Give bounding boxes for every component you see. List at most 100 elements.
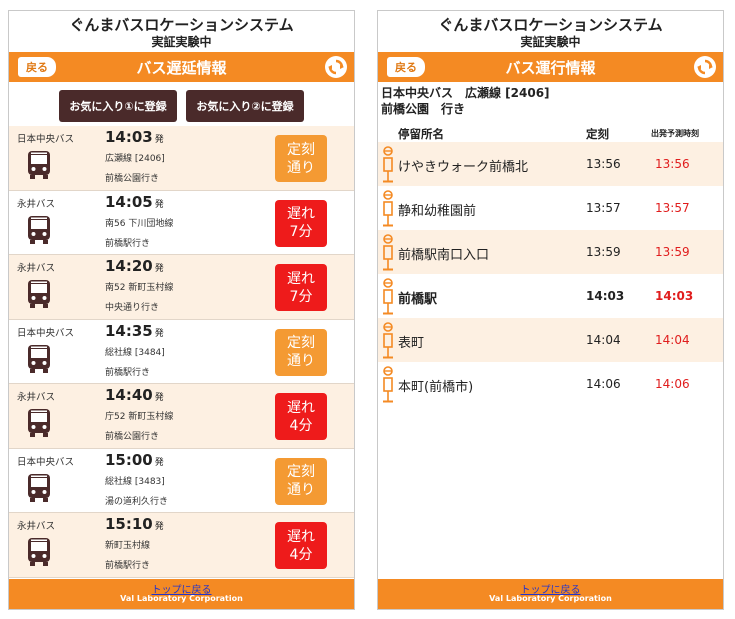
predicted-time: 14:06 [655,377,690,391]
bus-row[interactable]: 日本中央バス 14:03 発広瀬線 [2406] 前橋公園行き 定刻 通り [9,126,354,191]
top-link[interactable]: トップに戻る [378,579,723,596]
copyright: Val Laboratory Corporation [120,594,243,603]
predicted-time: 14:03 [655,289,694,303]
top-link[interactable]: トップに戻る [9,579,354,596]
bus-row[interactable]: 日本中央バス 15:00 発総社線 [3483] 湯の道利久行き 定刻 通り [9,448,354,513]
bus-company: 日本中央バス [17,327,75,339]
delay-status-badge: 定刻 通り [275,135,327,182]
departure-time: 14:05 発 [105,192,164,211]
delay-status-badge: 定刻 通り [275,457,327,505]
destination: 湯の道利久行き [105,496,169,507]
stop-name: 静和幼稚園前 [398,204,477,219]
scheduled-time: 14:04 [586,333,621,347]
bus-stop-icon [382,146,394,188]
bus-icon [27,215,51,249]
bus-icon [27,537,51,571]
stop-name: 前橋駅南口入口 [398,248,490,263]
system-subtitle: 実証実験中 [151,35,212,49]
system-title: ぐんまバスロケーションシステム [438,16,663,34]
bus-row[interactable]: 永井バス 15:10 発新町玉村線前橋駅行き 遅れ 4分 [9,513,354,578]
destination: 前橋駅行き [105,238,151,249]
bus-stop-icon [382,234,394,276]
table-header: 停留所名 定刻 出発予測時刻 [378,122,723,142]
bus-company: 永井バス [17,198,56,210]
line-info: 日本中央バス 広瀬線 [2406] 前橋公園 行き [378,82,723,122]
stop-name: 前橋駅 [398,292,438,307]
bus-company: 永井バス [17,392,56,403]
bus-company: 日本中央バス [17,134,75,145]
stop-row: 前橋駅南口入口 13:59 13:59 [378,230,723,274]
bus-company: 永井バス [17,521,56,532]
route-name: 南52 新町玉村線 [105,283,174,293]
departure-time: 14:35 発 [105,321,164,340]
stop-row: 本町(前橋市) 14:06 14:06 [378,362,723,406]
bus-icon [27,279,51,313]
nav-bar: 戻る バス遅延情報 [9,52,354,82]
destination: 前橋駅行き [105,367,151,378]
route-name: 庁52 新町玉村線 [105,412,174,422]
stop-row: 表町 14:04 14:04 [378,318,723,362]
route-name: 総社線 [3483] [105,476,165,487]
delay-status-badge: 遅れ 7分 [275,199,327,247]
destination: 前橋駅行き [105,561,151,571]
stop-list: けやきウォーク前橋北 13:56 13:56 静和幼稚園前 13:57 13:57 前橋駅南… [378,142,723,406]
footer: トップに戻る Val Laboratory Corporation [378,579,723,609]
favorite-bar: お気に入り①に登録 お気に入り②に登録 [9,82,354,126]
bus-stop-icon [382,278,394,320]
system-title: ぐんまバスロケーションシステム [69,16,294,34]
stop-row: 前橋駅 14:03 14:03 [378,274,723,318]
route-name: 新町玉村線 [105,541,151,551]
predicted-time: 13:57 [655,201,690,215]
back-button[interactable]: 戻る [387,57,425,77]
refresh-icon[interactable] [694,56,716,78]
bus-row[interactable]: 日本中央バス 14:35 発総社線 [3484] 前橋駅行き 定刻 通り [9,319,354,384]
bus-list: 日本中央バス 14:03 発広瀬線 [2406] 前橋公園行き 定刻 通り 永井バス 14:… [9,126,354,578]
copyright: Val Laboratory Corporation [489,594,612,603]
bus-stop-icon [382,190,394,232]
predicted-time: 13:59 [655,245,690,259]
departure-time: 14:40 発 [105,386,164,404]
route-name: 総社線 [3484] [105,347,165,358]
refresh-icon[interactable] [325,56,347,78]
route-name: 広瀬線 [2406] [105,154,165,164]
bus-row[interactable]: 永井バス 14:40 発庁52 新町玉村線 前橋公園行き 遅れ 4分 [9,384,354,449]
favorite-1-button[interactable]: お気に入り①に登録 [59,90,177,122]
system-subtitle: 実証実験中 [520,35,581,49]
footer: トップに戻る Val Laboratory Corporation [9,579,354,609]
route-name: 南56 下川団地線 [105,218,174,229]
bus-company: 日本中央バス [17,456,75,468]
header-predicted: 出発予測時刻 [651,129,699,138]
predicted-time: 14:04 [655,333,690,347]
stop-name: 表町 [398,336,425,351]
stop-row: けやきウォーク前橋北 13:56 13:56 [378,142,723,186]
departure-time: 14:20 発 [105,257,164,275]
header-scheduled: 定刻 [586,127,609,141]
departure-time: 14:03 発 [105,128,164,146]
destination: 前橋公園行き [105,432,160,442]
page-title: バス運行情報 [505,58,596,77]
nav-bar: 戻る バス運行情報 [378,52,723,82]
stop-row: 静和幼稚園前 13:57 13:57 [378,186,723,230]
back-button[interactable]: 戻る [18,57,56,77]
bus-icon [27,473,51,507]
bus-icon [27,408,51,442]
bus-delay-screen: ぐんまバスロケーションシステム 実証実験中 戻る バス遅延情報 お気に入り①に登… [8,10,355,610]
stop-name: けやきウォーク前橋北 [398,160,529,175]
bus-icon [27,150,51,184]
bus-stop-icon [382,322,394,364]
delay-status-badge: 遅れ 4分 [275,393,327,440]
departure-time: 15:10 発 [105,515,164,533]
predicted-time: 13:56 [655,157,690,171]
destination: 前橋公園行き [105,174,160,184]
bus-row[interactable]: 永井バス 14:05 発南56 下川団地線 前橋駅行き 遅れ 7分 [9,190,354,255]
page-title: バス遅延情報 [136,58,227,77]
scheduled-time: 13:57 [586,201,621,215]
line-destination: 前橋公園 行き [381,102,466,116]
line-name: 日本中央バス 広瀬線 [2406] [381,86,550,100]
stop-name: 本町(前橋市) [398,380,474,395]
delay-status-badge: 遅れ 4分 [275,522,327,569]
bus-row[interactable]: 永井バス 14:20 発南52 新町玉村線 中央通り行き 遅れ 7分 [9,255,354,320]
favorite-2-button[interactable]: お気に入り②に登録 [186,90,304,122]
bus-icon [27,344,51,378]
delay-status-badge: 定刻 通り [275,328,327,376]
